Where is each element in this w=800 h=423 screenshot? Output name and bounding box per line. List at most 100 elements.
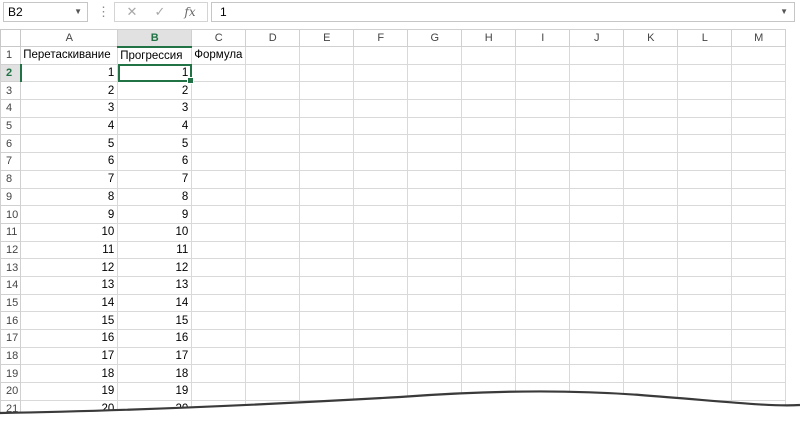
cell-e4[interactable] [299, 99, 355, 118]
cell-d18[interactable] [245, 346, 301, 366]
cell-c12[interactable] [191, 240, 247, 260]
cell-d13[interactable] [245, 258, 301, 277]
cell-m4[interactable] [731, 99, 787, 118]
cell-k2[interactable] [623, 63, 679, 83]
cell-c13[interactable] [191, 258, 247, 277]
cell-l2[interactable] [677, 63, 733, 83]
cell-i3[interactable] [515, 81, 571, 101]
cell-a7[interactable]: 6 [20, 152, 119, 171]
cell-m6[interactable] [731, 134, 787, 154]
cell-l7[interactable] [677, 152, 733, 171]
cell-a10[interactable]: 9 [20, 205, 119, 224]
cell-f8[interactable] [353, 169, 409, 189]
cell-g3[interactable] [407, 81, 463, 101]
cell-h14[interactable] [461, 275, 517, 295]
cell-l8[interactable] [677, 169, 733, 189]
cell-g6[interactable] [407, 134, 463, 154]
row-header[interactable]: 20 [0, 382, 22, 401]
cell-b6[interactable]: 5 [117, 134, 193, 154]
cell-j11[interactable] [569, 222, 625, 242]
cell-g17[interactable] [407, 329, 463, 348]
cell-b2[interactable]: 1 [117, 63, 195, 85]
cell-j14[interactable] [569, 275, 625, 295]
cell-e7[interactable] [299, 152, 355, 171]
cell-b7[interactable]: 6 [117, 152, 193, 171]
column-header-i[interactable]: I [515, 29, 571, 47]
row-header[interactable]: 17 [0, 329, 22, 348]
cell-k1[interactable] [623, 46, 679, 65]
row-header[interactable]: 6 [0, 134, 22, 154]
cell-f3[interactable] [353, 81, 409, 101]
column-header-l[interactable]: L [677, 29, 733, 47]
cell-h10[interactable] [461, 205, 517, 224]
cell-i21[interactable] [515, 399, 571, 419]
row-header[interactable]: 9 [0, 187, 22, 207]
cell-c7[interactable] [191, 152, 247, 171]
cell-k22[interactable] [623, 417, 679, 423]
cell-g10[interactable] [407, 205, 463, 224]
cell-i18[interactable] [515, 346, 571, 366]
cell-k8[interactable] [623, 169, 679, 189]
cell-j1[interactable] [569, 46, 625, 65]
column-header-j[interactable]: J [569, 29, 625, 47]
column-header-d[interactable]: D [245, 29, 301, 47]
cell-h8[interactable] [461, 169, 517, 189]
cell-f1[interactable] [353, 46, 409, 65]
cell-l14[interactable] [677, 275, 733, 295]
cell-m12[interactable] [731, 240, 787, 260]
cell-h17[interactable] [461, 329, 517, 348]
cell-j19[interactable] [569, 364, 625, 384]
column-header-a[interactable]: A [20, 29, 119, 47]
cell-i5[interactable] [515, 116, 571, 136]
row-header[interactable]: 14 [0, 275, 22, 295]
cell-a2[interactable]: 1 [20, 63, 119, 83]
cell-k5[interactable] [623, 116, 679, 136]
cell-b1[interactable]: Прогрессия [117, 46, 193, 65]
cell-i10[interactable] [515, 205, 571, 224]
cell-d5[interactable] [245, 116, 301, 136]
cell-d4[interactable] [245, 99, 301, 118]
cell-g1[interactable] [407, 46, 463, 65]
formula-input[interactable]: 1 ▼ [211, 2, 795, 22]
cell-h3[interactable] [461, 81, 517, 101]
cell-h16[interactable] [461, 311, 517, 330]
cell-m9[interactable] [731, 187, 787, 207]
cell-a22[interactable] [20, 417, 119, 423]
cell-c18[interactable] [191, 346, 247, 366]
cell-f10[interactable] [353, 205, 409, 224]
cell-i12[interactable] [515, 240, 571, 260]
column-header-e[interactable]: E [299, 29, 355, 47]
cell-d19[interactable] [245, 364, 301, 384]
cell-c10[interactable] [191, 205, 247, 224]
cell-h7[interactable] [461, 152, 517, 171]
cell-j4[interactable] [569, 99, 625, 118]
cell-d2[interactable] [245, 63, 301, 83]
cell-j17[interactable] [569, 329, 625, 348]
row-header[interactable]: 1 [0, 46, 22, 65]
row-header[interactable]: 3 [0, 81, 22, 101]
cell-b16[interactable]: 15 [117, 311, 193, 330]
cell-c9[interactable] [191, 187, 247, 207]
row-header[interactable]: 21 [0, 399, 22, 419]
cell-f11[interactable] [353, 222, 409, 242]
cell-h11[interactable] [461, 222, 517, 242]
cell-k11[interactable] [623, 222, 679, 242]
cell-l19[interactable] [677, 364, 733, 384]
cell-d22[interactable] [245, 417, 301, 423]
cell-d17[interactable] [245, 329, 301, 348]
cell-e17[interactable] [299, 329, 355, 348]
cell-d16[interactable] [245, 311, 301, 330]
cell-i22[interactable] [515, 417, 571, 423]
cell-m1[interactable] [731, 46, 787, 65]
cell-g21[interactable] [407, 399, 463, 419]
cell-g19[interactable] [407, 364, 463, 384]
cell-c3[interactable] [191, 81, 247, 101]
cell-h4[interactable] [461, 99, 517, 118]
cell-d3[interactable] [245, 81, 301, 101]
cell-d15[interactable] [245, 293, 301, 313]
cell-a16[interactable]: 15 [20, 311, 119, 330]
cell-h19[interactable] [461, 364, 517, 384]
cell-c21[interactable] [191, 399, 247, 419]
cell-e6[interactable] [299, 134, 355, 154]
cell-d8[interactable] [245, 169, 301, 189]
